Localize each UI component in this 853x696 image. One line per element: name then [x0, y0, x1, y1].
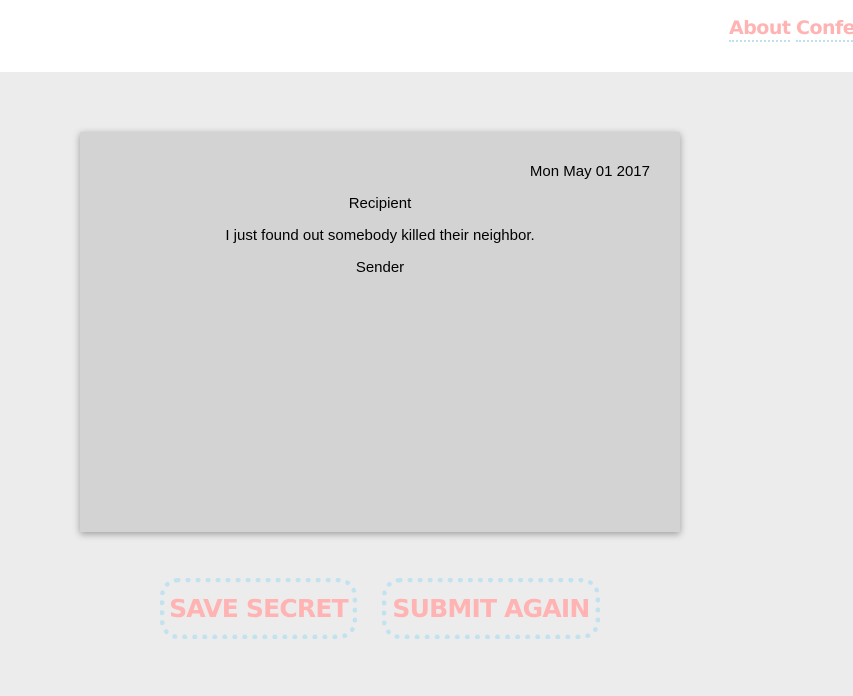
card-recipient: Recipient [348, 195, 412, 212]
card-sender: Sender [355, 259, 405, 276]
secret-card: Mon May 01 2017 Recipient I just found o… [80, 132, 680, 532]
nav-confess-link[interactable]: Confess [796, 17, 853, 42]
submit-again-button[interactable]: SUBMIT AGAIN [382, 578, 600, 639]
save-secret-button[interactable]: SAVE SECRET [160, 578, 357, 639]
card-date: Mon May 01 2017 [529, 163, 650, 180]
top-nav-bar: About Confess [0, 0, 853, 72]
nav-about-link[interactable]: About [729, 17, 791, 42]
card-message: I just found out somebody killed their n… [225, 227, 535, 244]
